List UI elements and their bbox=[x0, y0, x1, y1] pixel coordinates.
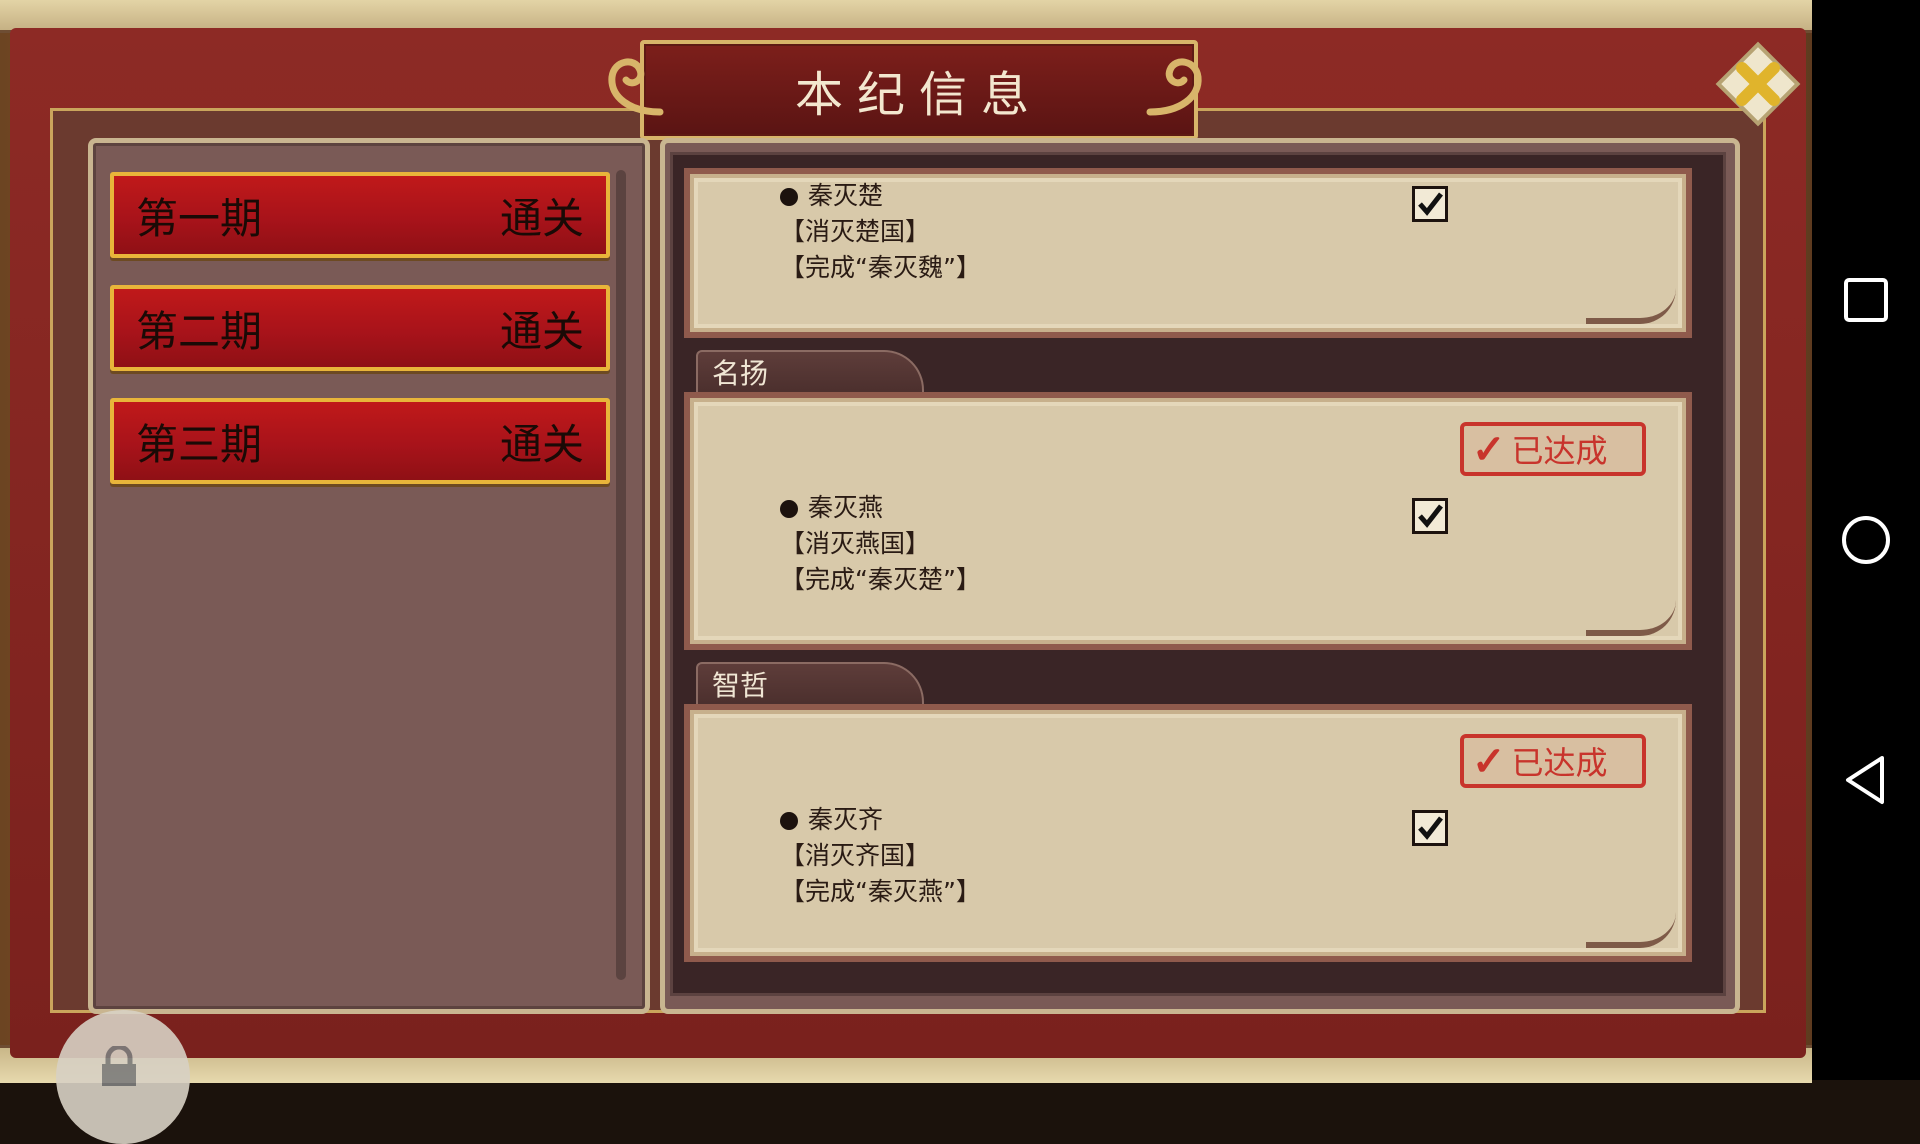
achievement-requirement: 【消灭楚国】 bbox=[780, 217, 931, 246]
stage-name: 第三期 bbox=[136, 419, 263, 469]
stamp-label: 已达成 bbox=[1511, 432, 1608, 470]
stage-button-2[interactable]: 第二期 通关 bbox=[110, 285, 610, 371]
achievement-requirement: 【消灭齐国】 bbox=[780, 841, 931, 870]
achievement-name: 秦灭楚 bbox=[808, 181, 884, 210]
stage-button-1[interactable]: 第一期 通关 bbox=[110, 172, 610, 258]
achievement-requirement: 【消灭燕国】 bbox=[780, 529, 931, 558]
stage-status: 通关 bbox=[499, 419, 584, 469]
check-icon bbox=[1418, 816, 1443, 840]
stage-list-scrollbar[interactable] bbox=[616, 170, 626, 980]
close-x-icon bbox=[1715, 41, 1801, 127]
square-icon[interactable] bbox=[1836, 270, 1896, 330]
achieved-stamp: ✓ 已达成 bbox=[1460, 734, 1646, 788]
lock-button[interactable] bbox=[56, 1010, 190, 1144]
achievement-checkbox bbox=[1412, 498, 1448, 534]
bullet-icon bbox=[780, 812, 798, 830]
achievement-prerequisite: 【完成“秦灭楚”】 bbox=[780, 565, 981, 594]
achievement-checkbox bbox=[1412, 186, 1448, 222]
achievement-details: 秦灭齐 【消灭齐国】 【完成“秦灭燕”】 bbox=[780, 802, 981, 910]
achievement-prerequisite: 【完成“秦灭魏”】 bbox=[780, 253, 981, 282]
stage-list-panel bbox=[88, 138, 650, 1014]
category-tab: 名扬 bbox=[696, 350, 924, 394]
triangle-back-icon[interactable] bbox=[1836, 750, 1896, 810]
achievement-prerequisite: 【完成“秦灭燕”】 bbox=[780, 877, 981, 906]
close-button[interactable] bbox=[1710, 36, 1806, 132]
right-swirl-ornament-icon bbox=[1146, 58, 1202, 116]
left-swirl-ornament-icon bbox=[608, 58, 664, 116]
stage-name: 第一期 bbox=[136, 193, 263, 243]
achieved-stamp: ✓ 已达成 bbox=[1460, 422, 1646, 476]
stage-status: 通关 bbox=[499, 306, 584, 356]
stage-status: 通关 bbox=[499, 193, 584, 243]
stage-button-3[interactable]: 第三期 通关 bbox=[110, 398, 610, 484]
circle-icon[interactable] bbox=[1836, 510, 1896, 570]
bullet-icon bbox=[780, 500, 798, 518]
check-icon bbox=[1418, 192, 1443, 216]
lock-icon bbox=[102, 1046, 136, 1086]
system-nav-bar bbox=[1812, 0, 1920, 1080]
stage-name: 第二期 bbox=[136, 306, 263, 356]
achievement-details: 秦灭楚 【消灭楚国】 【完成“秦灭魏”】 bbox=[780, 178, 981, 286]
achievement-checkbox bbox=[1412, 810, 1448, 846]
stamp-label: 已达成 bbox=[1511, 744, 1608, 782]
check-icon bbox=[1418, 504, 1443, 528]
bullet-icon bbox=[780, 188, 798, 206]
check-icon: ✓ bbox=[1472, 737, 1506, 785]
title-banner: 本纪信息 bbox=[640, 40, 1198, 140]
achievement-name: 秦灭齐 bbox=[808, 805, 884, 834]
check-icon: ✓ bbox=[1472, 425, 1506, 473]
achievement-details: 秦灭燕 【消灭燕国】 【完成“秦灭楚”】 bbox=[780, 490, 981, 598]
category-tab: 智哲 bbox=[696, 662, 924, 706]
dialog-title: 本纪信息 bbox=[794, 67, 1043, 123]
achievement-name: 秦灭燕 bbox=[808, 493, 884, 522]
